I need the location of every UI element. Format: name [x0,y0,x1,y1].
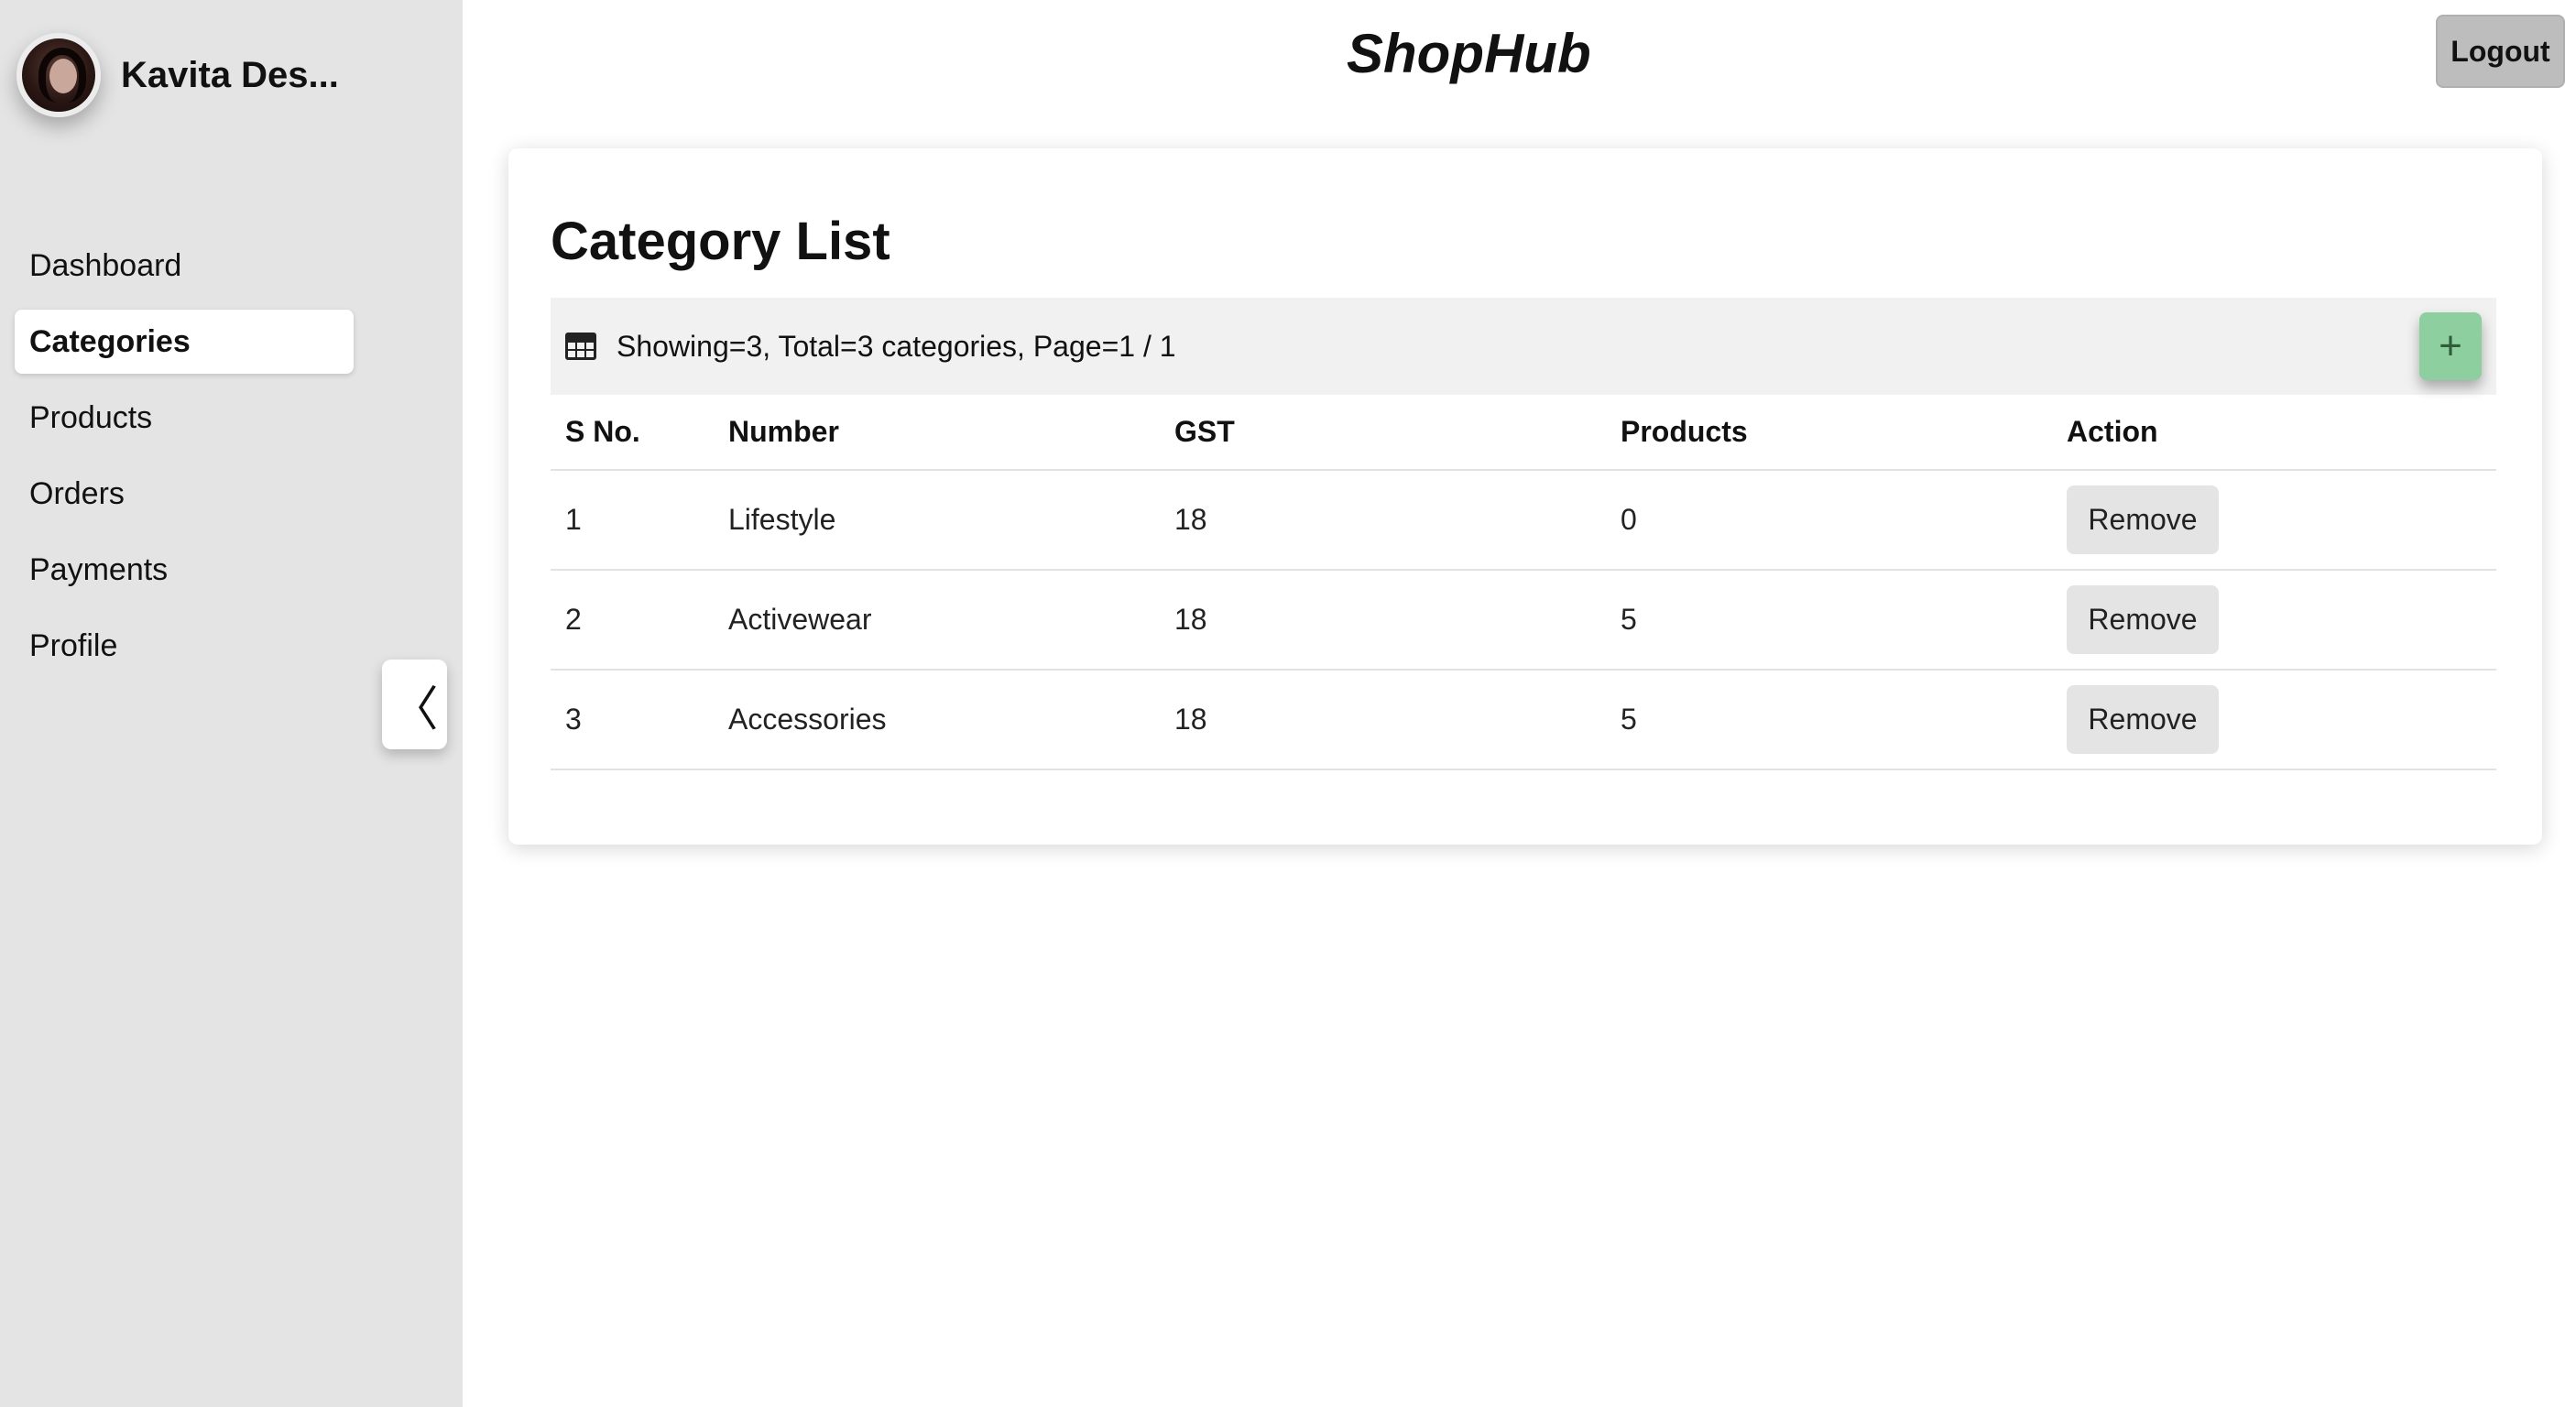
cell-sno: 2 [551,570,714,671]
table-row: 3 Accessories 18 5 Remove [551,670,2496,770]
category-card: Category List Showing=3, Total=3 categor… [508,148,2542,845]
chevron-left-icon: 〈 [390,682,439,737]
page-title: Category List [551,212,890,271]
column-header-number: Number [714,395,1160,471]
column-header-action: Action [2052,395,2496,471]
cell-products: 5 [1606,570,2052,671]
sidebar-item-dashboard[interactable]: Dashboard [15,234,354,298]
cell-action: Remove [2052,470,2496,571]
column-header-sno: S No. [551,395,714,471]
avatar-face [49,59,77,93]
cell-gst: 18 [1160,470,1606,571]
table-row: 2 Activewear 18 5 Remove [551,570,2496,671]
sidebar-item-orders[interactable]: Orders [15,462,354,526]
remove-button[interactable]: Remove [2067,685,2219,754]
sidebar-item-products[interactable]: Products [15,386,354,450]
logout-button[interactable]: Logout [2436,15,2565,88]
cell-action: Remove [2052,570,2496,671]
plus-icon: + [2439,323,2462,368]
remove-button[interactable]: Remove [2067,585,2219,654]
column-header-products: Products [1606,395,2052,471]
sidebar-collapse-button[interactable]: 〈 [382,660,447,749]
table-icon [565,333,596,360]
brand-title: ShopHub [1347,23,1591,84]
cell-gst: 18 [1160,570,1606,671]
add-category-button[interactable]: + [2419,312,2482,380]
cell-products: 0 [1606,470,2052,571]
user-block: Kavita Des... [16,33,339,117]
sidebar-item-categories[interactable]: Categories [15,310,354,374]
cell-number: Activewear [714,570,1160,671]
cell-action: Remove [2052,670,2496,770]
cell-gst: 18 [1160,670,1606,770]
sidebar-item-payments[interactable]: Payments [15,538,354,602]
sidebar-nav: Dashboard Categories Products Orders Pay… [15,234,354,690]
cell-number: Lifestyle [714,470,1160,571]
cell-sno: 3 [551,670,714,770]
column-header-gst: GST [1160,395,1606,471]
user-name: Kavita Des... [121,54,339,95]
cell-products: 5 [1606,670,2052,770]
table-row: 1 Lifestyle 18 0 Remove [551,470,2496,571]
avatar[interactable] [16,33,101,117]
sidebar-item-profile[interactable]: Profile [15,614,354,678]
table-header-row: S No. Number GST Products Action [551,395,2496,471]
sidebar: Kavita Des... Dashboard Categories Produ… [0,0,463,1407]
pagination-summary: Showing=3, Total=3 categories, Page=1 / … [617,329,1176,363]
cell-number: Accessories [714,670,1160,770]
remove-button[interactable]: Remove [2067,485,2219,554]
category-table: S No. Number GST Products Action 1 Lifes… [551,395,2496,770]
table-info-bar: Showing=3, Total=3 categories, Page=1 / … [551,298,2496,395]
cell-sno: 1 [551,470,714,571]
